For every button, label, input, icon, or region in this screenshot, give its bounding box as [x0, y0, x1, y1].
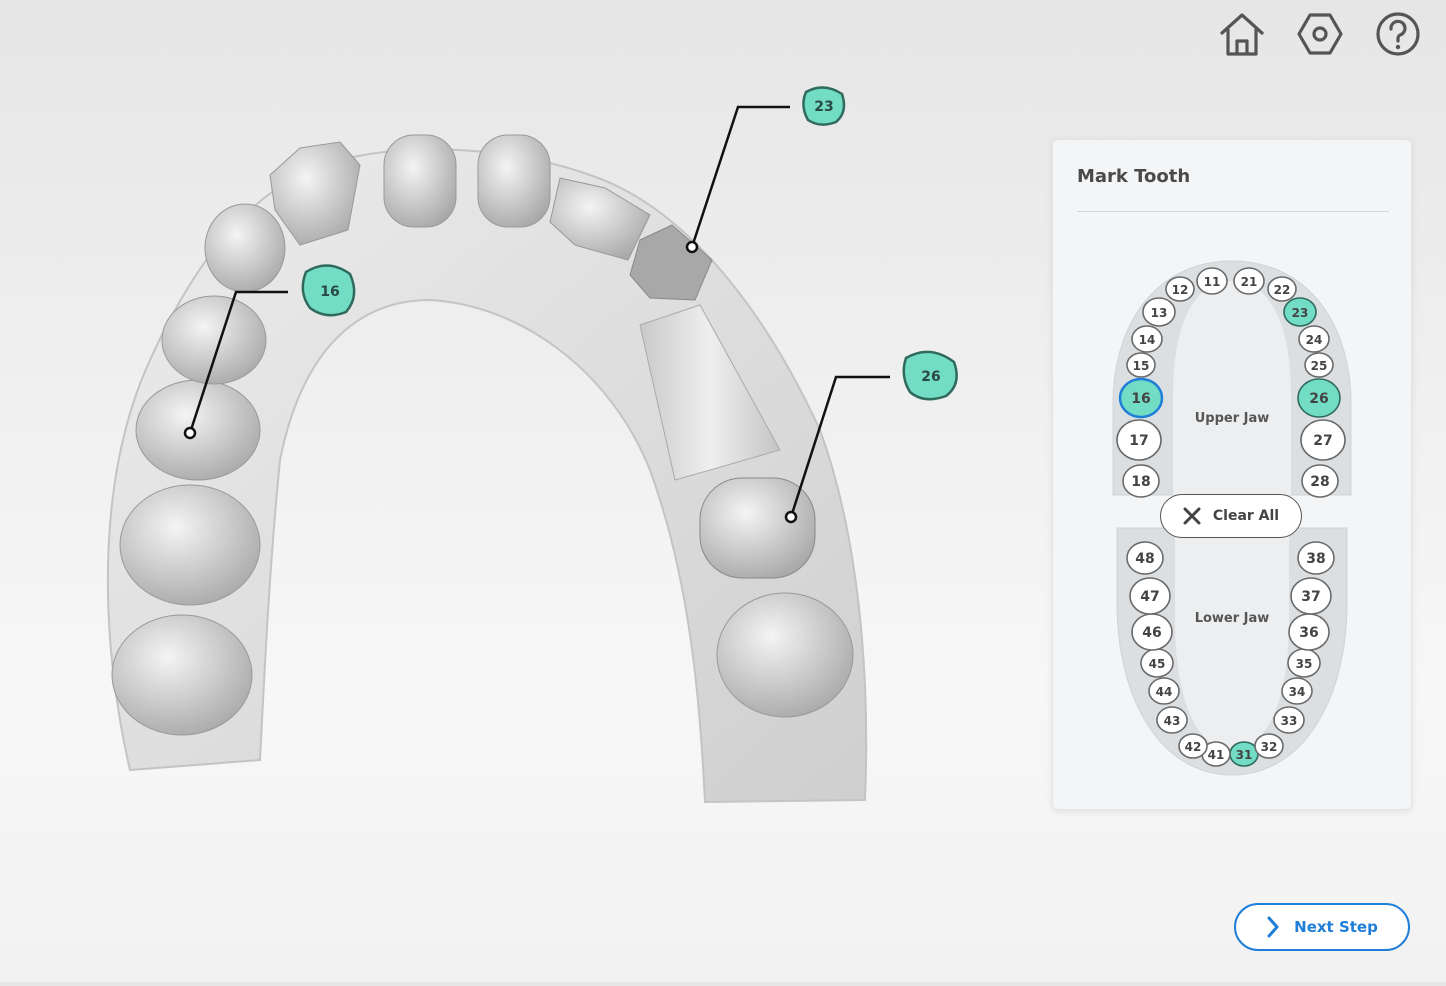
- tooth-14[interactable]: 14: [1131, 325, 1163, 353]
- callout-label-23: 23: [814, 99, 833, 115]
- tooth-13[interactable]: 13: [1142, 297, 1176, 327]
- upper-jaw-inner: [1173, 281, 1291, 495]
- tooth-37[interactable]: 37: [1290, 577, 1332, 615]
- tooth-35[interactable]: 35: [1287, 648, 1321, 678]
- tooth-label-41: 41: [1208, 748, 1225, 762]
- tooth-label-13: 13: [1151, 306, 1168, 320]
- tooth-21[interactable]: 21: [1233, 267, 1265, 295]
- tooth-11[interactable]: 11: [1196, 267, 1228, 295]
- tooth-label-24: 24: [1306, 333, 1323, 347]
- tooth-23[interactable]: 23: [1283, 297, 1317, 327]
- callout-tag-16[interactable]: 16: [301, 264, 356, 317]
- tooth-24[interactable]: 24: [1298, 325, 1330, 353]
- tooth-label-46: 46: [1142, 625, 1161, 641]
- tooth-27[interactable]: 27: [1300, 419, 1346, 461]
- close-icon: [1183, 507, 1201, 525]
- tooth-label-18: 18: [1131, 474, 1150, 490]
- tooth-label-34: 34: [1289, 685, 1306, 699]
- clear-all-button[interactable]: Clear All: [1160, 494, 1302, 538]
- tooth-label-27: 27: [1313, 433, 1332, 449]
- tooth-43[interactable]: 43: [1156, 706, 1188, 734]
- tooth-label-35: 35: [1296, 657, 1313, 671]
- scan-viewport[interactable]: 23 16 26: [0, 0, 1020, 982]
- tooth-45[interactable]: 45: [1140, 648, 1174, 678]
- callout-tag-23[interactable]: 23: [802, 86, 846, 126]
- tooth-label-12: 12: [1172, 283, 1189, 297]
- tooth-label-48: 48: [1135, 551, 1154, 567]
- tooth-label-26: 26: [1309, 391, 1328, 407]
- callout-tag-26[interactable]: 26: [902, 350, 958, 401]
- gear-icon: [1297, 13, 1343, 55]
- tooth-47[interactable]: 47: [1129, 577, 1171, 615]
- tooth-chart: Upper Jaw Lower Jaw 11 12 13 14 15 16 17 18 21 22…: [1112, 260, 1352, 776]
- tooth-31[interactable]: 31: [1229, 741, 1259, 767]
- leader-dot-26: [784, 510, 798, 524]
- tooth-22[interactable]: 22: [1267, 276, 1297, 302]
- tooth-38[interactable]: 38: [1297, 541, 1335, 575]
- help-icon: [1376, 12, 1420, 56]
- tooth-15[interactable]: 15: [1126, 352, 1156, 378]
- tooth-label-21: 21: [1241, 275, 1258, 289]
- clear-all-label: Clear All: [1212, 508, 1280, 524]
- tooth-label-11: 11: [1204, 275, 1221, 289]
- tooth-36[interactable]: 36: [1288, 613, 1330, 651]
- tooth-44[interactable]: 44: [1148, 677, 1180, 705]
- tooth-17[interactable]: 17: [1116, 419, 1162, 461]
- tooth-label-17: 17: [1129, 433, 1148, 449]
- help-button[interactable]: [1372, 8, 1424, 60]
- tooth-16[interactable]: 16: [1118, 377, 1164, 419]
- leader-line-23: [690, 105, 790, 248]
- tooth-25[interactable]: 25: [1304, 352, 1334, 378]
- tooth-label-33: 33: [1281, 714, 1298, 728]
- tooth-46[interactable]: 46: [1131, 613, 1173, 651]
- tooth-48[interactable]: 48: [1126, 541, 1164, 575]
- tooth-label-25: 25: [1311, 359, 1328, 373]
- next-step-label: Next Step: [1294, 918, 1378, 936]
- tooth-28[interactable]: 28: [1301, 464, 1339, 498]
- tooth-label-44: 44: [1156, 685, 1173, 699]
- callout-label-16: 16: [320, 284, 339, 300]
- next-step-button[interactable]: Next Step: [1234, 903, 1410, 951]
- tooth-label-22: 22: [1274, 283, 1291, 297]
- chevron-right-icon: [1267, 916, 1279, 938]
- tooth-label-42: 42: [1185, 740, 1202, 754]
- tooth-label-16: 16: [1131, 391, 1150, 407]
- tooth-label-31: 31: [1236, 748, 1253, 762]
- leader-dot-23: [685, 240, 699, 254]
- tooth-label-38: 38: [1306, 551, 1325, 567]
- tooth-32[interactable]: 32: [1254, 733, 1284, 759]
- tooth-33[interactable]: 33: [1273, 706, 1305, 734]
- mark-tooth-panel: Mark Tooth Upper Jaw Lower Jaw 11 12 13 14 1…: [1052, 139, 1412, 810]
- tooth-18[interactable]: 18: [1122, 464, 1160, 498]
- tooth-label-23: 23: [1292, 306, 1309, 320]
- tooth-label-47: 47: [1140, 589, 1159, 605]
- tooth-label-15: 15: [1133, 359, 1150, 373]
- leader-dot-16: [183, 426, 197, 440]
- tooth-label-32: 32: [1261, 740, 1278, 754]
- settings-button[interactable]: [1294, 8, 1346, 60]
- tooth-label-45: 45: [1149, 657, 1166, 671]
- upper-jaw-label: Upper Jaw: [1195, 411, 1270, 426]
- tooth-26[interactable]: 26: [1297, 378, 1341, 418]
- dental-arch-model[interactable]: 23 16 26: [0, 0, 1020, 982]
- tooth-34[interactable]: 34: [1281, 677, 1313, 705]
- callout-label-26: 26: [921, 369, 940, 385]
- tooth-label-37: 37: [1301, 589, 1320, 605]
- right-molar: [716, 592, 854, 718]
- lower-jaw-label: Lower Jaw: [1195, 611, 1270, 626]
- home-icon: [1220, 13, 1264, 56]
- tooth-label-28: 28: [1310, 474, 1329, 490]
- tooth-12[interactable]: 12: [1165, 276, 1195, 302]
- tooth-label-14: 14: [1139, 333, 1156, 347]
- tooth-42[interactable]: 42: [1178, 733, 1208, 759]
- tooth-label-36: 36: [1299, 625, 1318, 641]
- tooth-label-43: 43: [1164, 714, 1181, 728]
- lower-jaw-inner: [1175, 532, 1289, 750]
- home-button[interactable]: [1216, 8, 1268, 60]
- top-toolbar: [1216, 8, 1424, 60]
